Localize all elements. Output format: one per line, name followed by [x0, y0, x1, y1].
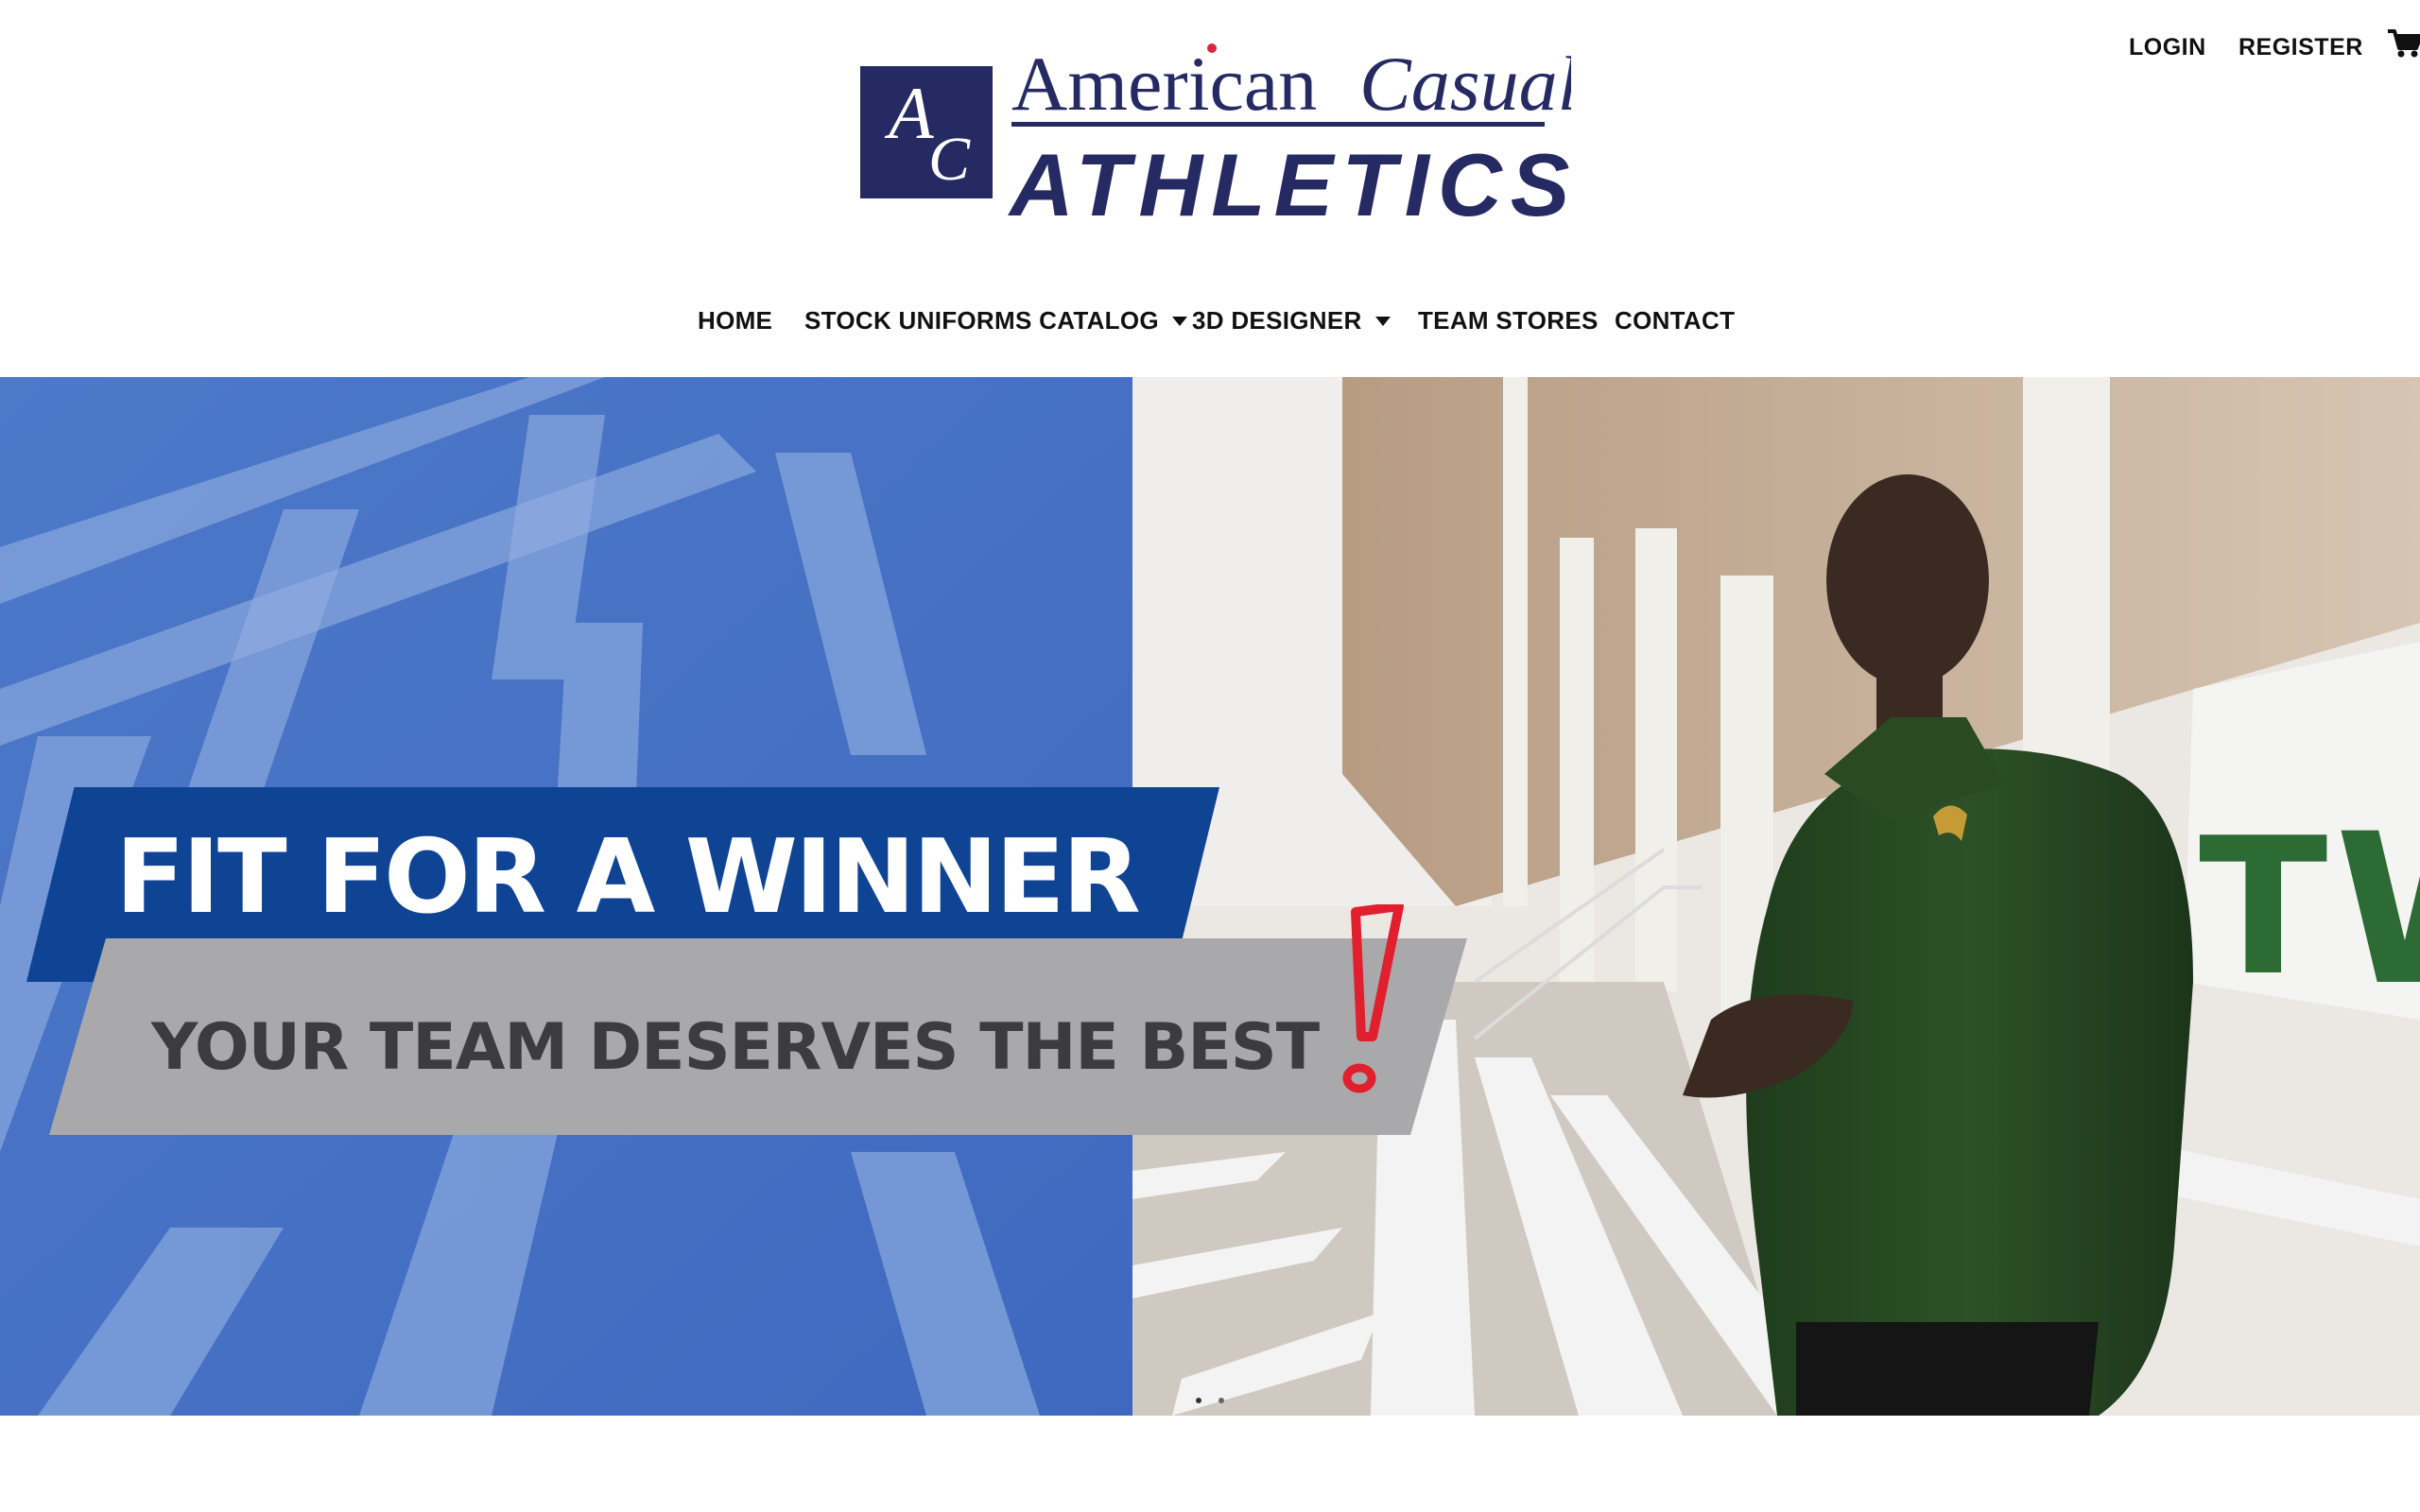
logo-athletics: ATHLETICS	[1008, 135, 1571, 225]
svg-text:W: W	[2335, 789, 2420, 1031]
hero-slider[interactable]: T W FIT FOR A WINNER YOUR TEAM DESERVES …	[0, 377, 2420, 1416]
slider-dots	[1193, 1398, 1227, 1407]
caret-down-icon	[1171, 316, 1187, 326]
register-link[interactable]: REGISTER	[2238, 34, 2363, 61]
nav-item-home[interactable]: HOME	[698, 306, 772, 335]
nav-item-stock-uniforms-catalog[interactable]: STOCK UNIFORMS CATALOG	[804, 306, 1187, 335]
slider-dot-1[interactable]	[1196, 1398, 1201, 1403]
nav-item-label: TEAM STORES	[1418, 306, 1599, 335]
hero-headline: FIT FOR A WINNER	[115, 818, 1141, 936]
logo-monogram-a: A	[884, 72, 934, 154]
account-nav: LOGIN REGISTER	[2080, 0, 2420, 94]
logo-monogram-c: C	[928, 125, 971, 194]
shopping-cart-icon[interactable]	[2388, 28, 2420, 63]
brand-logo[interactable]: A C American Casual ATHLETICS	[860, 26, 1571, 225]
exclamation-icon	[1342, 904, 1404, 1093]
nav-item-3d-designer[interactable]: 3D DESIGNER	[1192, 306, 1391, 335]
logo-casual: Casual	[1359, 41, 1571, 127]
caret-down-icon	[1374, 316, 1391, 326]
nav-item-contact[interactable]: CONTACT	[1615, 306, 1735, 335]
logo-red-dot	[1207, 43, 1217, 53]
login-link[interactable]: LOGIN	[2129, 34, 2206, 61]
svg-text:T: T	[2199, 798, 2327, 1018]
nav-item-label: HOME	[698, 306, 773, 335]
logo-american: American	[1011, 41, 1317, 127]
logo-rule	[1011, 122, 1545, 127]
slider-dot-2[interactable]	[1219, 1398, 1224, 1403]
hero-subheadline: YOUR TEAM DESERVES THE BEST	[151, 1010, 1320, 1085]
nav-item-team-stores[interactable]: TEAM STORES	[1418, 306, 1599, 335]
nav-item-label: CONTACT	[1615, 306, 1736, 335]
nav-item-label: 3D DESIGNER	[1192, 306, 1362, 335]
main-nav: HOME STOCK UNIFORMS CATALOG 3D DESIGNER …	[0, 299, 2420, 346]
nav-item-label: STOCK UNIFORMS CATALOG	[804, 306, 1159, 335]
